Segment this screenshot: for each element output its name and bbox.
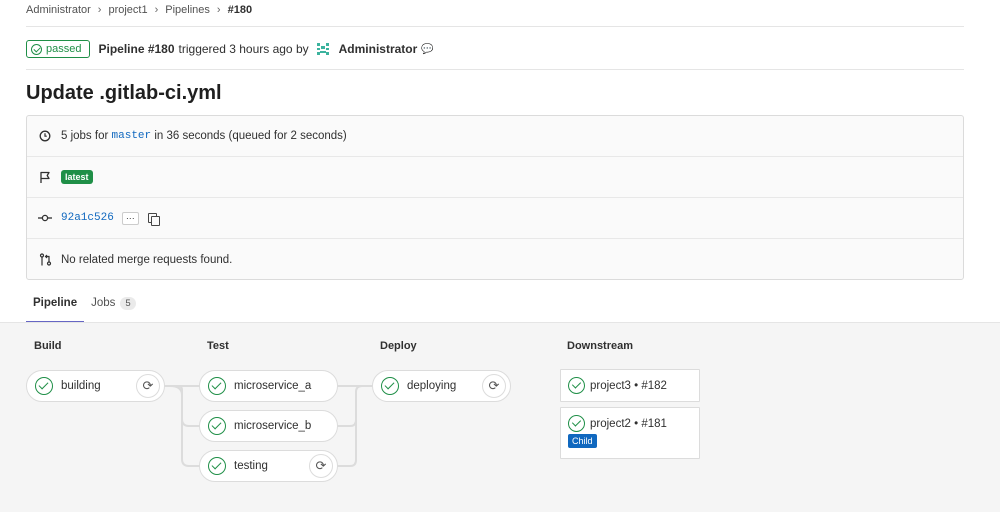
comment-icon: 💬 <box>421 43 434 55</box>
info-row-jobs: 5 jobs for master in 36 seconds (queued … <box>27 116 963 157</box>
tab-jobs-label: Jobs <box>91 297 116 309</box>
status-success-icon <box>35 377 53 395</box>
status-success-icon <box>568 377 585 394</box>
copy-icon[interactable] <box>147 212 160 226</box>
stage-downstream-title: Downstream <box>567 340 634 352</box>
check-circle-icon <box>31 43 42 55</box>
job-name: microservice_a <box>234 380 312 392</box>
stage-build-title: Build <box>34 340 62 352</box>
job-building[interactable]: building ⟳ <box>26 370 165 402</box>
divider <box>26 69 964 70</box>
author-link[interactable]: Administrator <box>339 42 418 56</box>
pipeline-header: passed Pipeline #180 triggered 3 hours a… <box>26 40 434 58</box>
stage-test-title: Test <box>207 340 229 352</box>
breadcrumb-administrator[interactable]: Administrator <box>26 4 91 16</box>
branch-link[interactable]: master <box>112 130 152 142</box>
status-success-icon <box>568 415 585 432</box>
info-row-merge-requests: No related merge requests found. <box>27 239 963 280</box>
downstream-pipeline-project2[interactable]: project2 • #181 Child <box>560 407 700 459</box>
tab-pipeline[interactable]: Pipeline <box>26 292 85 323</box>
commit-icon <box>38 211 52 225</box>
downstream-project: project3 <box>590 379 631 392</box>
pipeline-tabs: Pipeline Jobs 5 <box>26 292 964 323</box>
pipeline-info-box: 5 jobs for master in 36 seconds (queued … <box>26 115 964 280</box>
stage-deploy-title: Deploy <box>380 340 417 352</box>
status-success-icon <box>208 377 226 395</box>
job-deploying[interactable]: deploying ⟳ <box>372 370 511 402</box>
flag-icon <box>38 170 52 184</box>
avatar[interactable] <box>315 42 330 56</box>
divider <box>26 26 964 27</box>
status-badge[interactable]: passed <box>26 40 91 58</box>
tab-jobs[interactable]: Jobs 5 <box>84 292 143 323</box>
tab-pipeline-label: Pipeline <box>33 297 78 309</box>
pipeline-label: Pipeline #180 <box>98 42 175 56</box>
status-success-icon <box>208 457 226 475</box>
triggered-text: triggered 3 hours ago by <box>178 42 309 56</box>
downstream-pipeline-project3[interactable]: project3 • #182 <box>560 369 700 402</box>
merge-requests-text: No related merge requests found. <box>61 253 233 266</box>
separator-dot: • <box>634 417 639 430</box>
jobs-count-badge: 5 <box>120 297 136 310</box>
jobs-prefix: 5 jobs for <box>61 130 109 142</box>
status-success-icon <box>208 417 226 435</box>
status-label: passed <box>46 43 82 55</box>
pipeline-graph: Build Test Deploy Downstream building ⟳ … <box>0 322 1000 512</box>
job-name: microservice_b <box>234 420 312 432</box>
chevron-right-icon: › <box>97 4 102 16</box>
merge-request-icon <box>38 253 52 267</box>
retry-icon[interactable]: ⟳ <box>309 454 333 478</box>
job-microservice-b[interactable]: microservice_b <box>199 410 338 442</box>
breadcrumb: Administrator › project1 › Pipelines › #… <box>26 4 252 16</box>
retry-icon[interactable]: ⟳ <box>482 374 506 398</box>
breadcrumb-pipelines[interactable]: Pipelines <box>165 4 210 16</box>
page-title: Update .gitlab-ci.yml <box>26 82 222 104</box>
retry-icon[interactable]: ⟳ <box>136 374 160 398</box>
child-badge: Child <box>568 434 597 448</box>
commit-sha-link[interactable]: 92a1c526 <box>61 212 114 224</box>
breadcrumb-project1[interactable]: project1 <box>108 4 147 16</box>
downstream-project: project2 <box>590 417 631 430</box>
expand-commit-button[interactable]: ··· <box>121 211 139 225</box>
job-name: building <box>61 380 101 392</box>
chevron-right-icon: › <box>154 4 159 16</box>
info-row-tags: latest <box>27 157 963 198</box>
status-success-icon <box>381 377 399 395</box>
breadcrumb-current[interactable]: #180 <box>228 4 252 16</box>
job-connectors <box>164 385 372 467</box>
downstream-id: #181 <box>641 417 667 430</box>
clock-icon <box>38 129 52 143</box>
info-row-commit: 92a1c526 ··· <box>27 198 963 239</box>
job-name: testing <box>234 460 268 472</box>
chevron-right-icon: › <box>216 4 221 16</box>
separator-dot: • <box>634 379 639 392</box>
job-microservice-a[interactable]: microservice_a <box>199 370 338 402</box>
duration-text: in 36 seconds (queued for 2 seconds) <box>154 130 347 142</box>
downstream-id: #182 <box>641 379 667 392</box>
job-testing[interactable]: testing ⟳ <box>199 450 338 482</box>
latest-badge: latest <box>61 170 93 184</box>
job-name: deploying <box>407 380 457 392</box>
